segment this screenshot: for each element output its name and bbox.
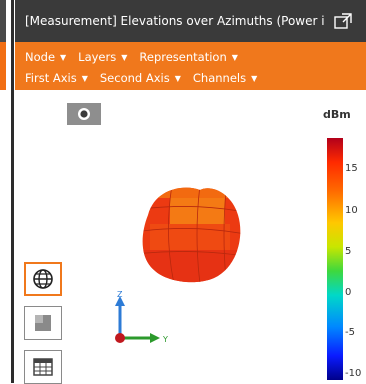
left-panel-header <box>0 0 6 42</box>
representation-menu-label: Representation <box>139 50 227 64</box>
camera-button[interactable] <box>67 103 101 125</box>
toolbar-row-1: Node ▼ Layers ▼ Representation ▼ <box>25 50 238 64</box>
table-view-button[interactable] <box>24 350 62 384</box>
popout-icon[interactable] <box>334 13 352 29</box>
colorbar <box>327 138 343 380</box>
chevron-down-icon: ▼ <box>121 52 128 62</box>
window-title: [Measurement] Elevations over Azimuths (… <box>25 14 325 28</box>
chevron-down-icon: ▼ <box>231 52 238 62</box>
colorbar-tick: -5 <box>345 327 355 338</box>
colorbar-tick: 5 <box>345 246 352 257</box>
globe-view-button[interactable] <box>24 262 62 296</box>
first-axis-menu[interactable]: First Axis ▼ <box>25 71 88 85</box>
second-axis-menu[interactable]: Second Axis ▼ <box>100 71 181 85</box>
channels-menu[interactable]: Channels ▼ <box>193 71 257 85</box>
colorbar-unit: dBm <box>323 108 351 121</box>
radiation-pattern-3d[interactable] <box>130 180 250 289</box>
chevron-down-icon: ▼ <box>174 73 181 83</box>
colorbar-tick: -10 <box>345 368 362 379</box>
node-menu-label: Node <box>25 50 56 64</box>
channels-menu-label: Channels <box>192 71 247 85</box>
table-view-icon <box>33 358 53 376</box>
z-axis-label: Z <box>117 290 123 299</box>
globe-icon <box>33 269 53 289</box>
first-axis-menu-label: First Axis <box>25 71 77 85</box>
representation-menu[interactable]: Representation ▼ <box>139 50 238 64</box>
left-panel-accent <box>0 42 6 90</box>
layers-menu-label: Layers <box>78 50 117 64</box>
axis-triad: Z Y <box>108 290 178 354</box>
panel-splitter[interactable] <box>11 0 14 383</box>
chevron-down-icon: ▼ <box>251 73 258 83</box>
layers-menu[interactable]: Layers ▼ <box>78 50 127 64</box>
y-axis-label: Y <box>162 335 168 344</box>
second-axis-menu-label: Second Axis <box>99 71 170 85</box>
window-titlebar: [Measurement] Elevations over Azimuths (… <box>15 0 366 42</box>
solid-view-button[interactable] <box>24 306 62 340</box>
camera-icon <box>78 108 90 120</box>
radiation-pattern-shape <box>142 187 241 283</box>
chevron-down-icon: ▼ <box>81 73 88 83</box>
axis-triad-graphic: Z Y <box>115 290 168 344</box>
colorbar-tick: 0 <box>345 287 352 298</box>
toolbar-row-2: First Axis ▼ Second Axis ▼ Channels ▼ <box>25 71 257 85</box>
left-panel-edge <box>0 0 15 383</box>
node-menu[interactable]: Node ▼ <box>25 50 66 64</box>
colorbar-tick: 10 <box>345 205 358 216</box>
chevron-down-icon: ▼ <box>60 52 67 62</box>
cube-view-icon <box>35 315 51 331</box>
toolbar: Node ▼ Layers ▼ Representation ▼ First Axis… <box>15 42 366 90</box>
colorbar-tick: 15 <box>345 163 358 174</box>
